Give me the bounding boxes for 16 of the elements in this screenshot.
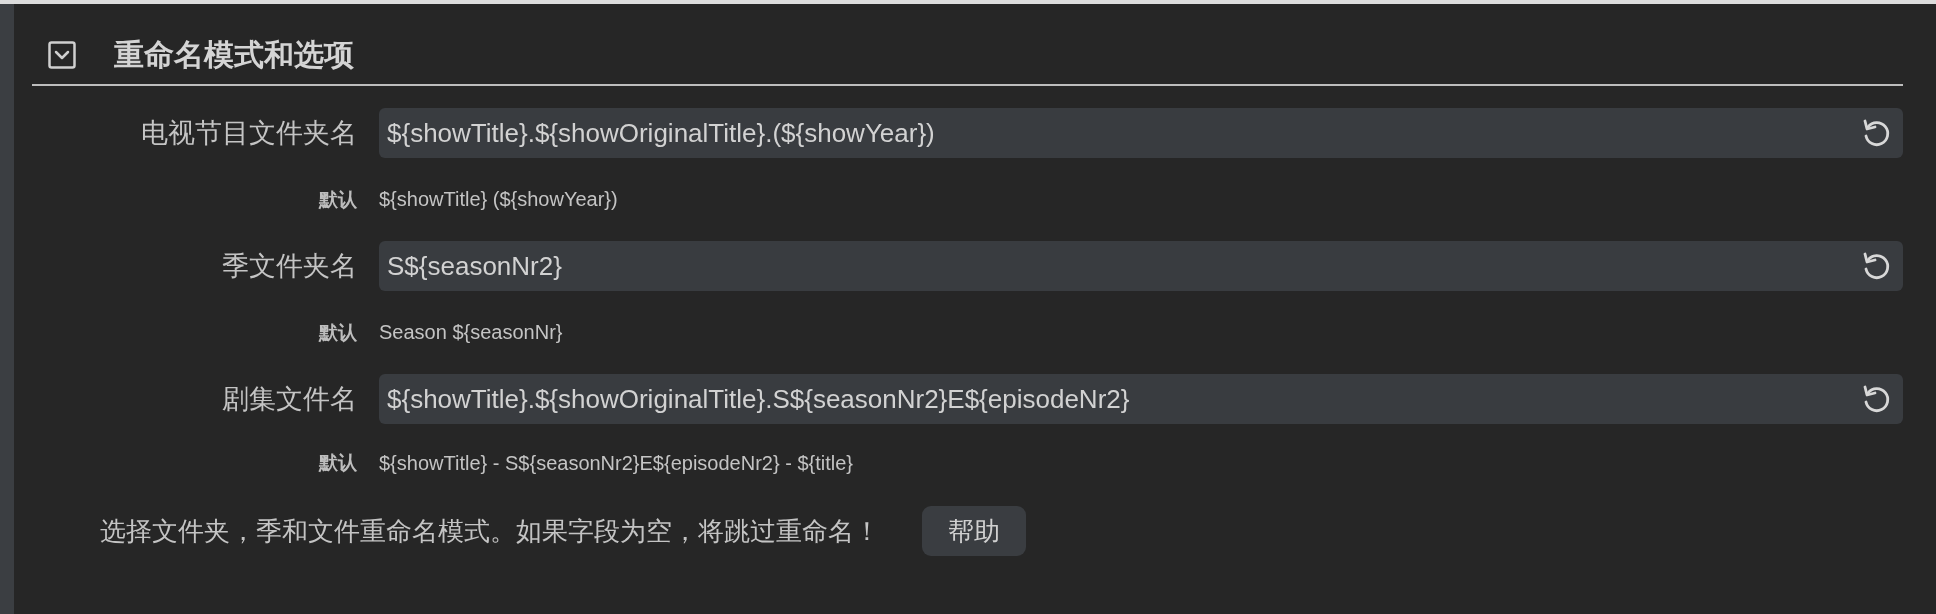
pattern-field[interactable]: S${seasonNr2} — [379, 241, 1903, 291]
default-value: ${showTitle} - S${seasonNr2}E${episodeNr2} - ${title} — [379, 451, 854, 475]
help-button[interactable]: 帮助 — [922, 506, 1026, 556]
pattern-field[interactable]: ${showTitle}.${showOriginalTitle}.(${showYear}) — [379, 108, 1903, 158]
field-label: 季文件夹名 — [222, 250, 357, 283]
collapse-toggle-icon[interactable] — [48, 41, 76, 69]
hint-text: 选择文件夹，季和文件重命名模式。如果字段为空，将跳过重命名！ — [100, 514, 880, 548]
default-value: ${showTitle} (${showYear}) — [379, 188, 619, 211]
default-value: Season ${seasonNr} — [379, 321, 564, 344]
field-label: 电视节目文件夹名 — [141, 117, 357, 150]
default-label: 默认 — [319, 451, 357, 475]
default-label: 默认 — [319, 187, 357, 212]
default-label: 默认 — [319, 320, 357, 345]
field-label: 剧集文件名 — [222, 383, 357, 416]
pattern-field[interactable]: ${showTitle}.${showOriginalTitle}.S${seasonNr2}E${episodeNr2} — [379, 374, 1903, 424]
section-title: 重命名模式和选项 — [114, 35, 354, 74]
